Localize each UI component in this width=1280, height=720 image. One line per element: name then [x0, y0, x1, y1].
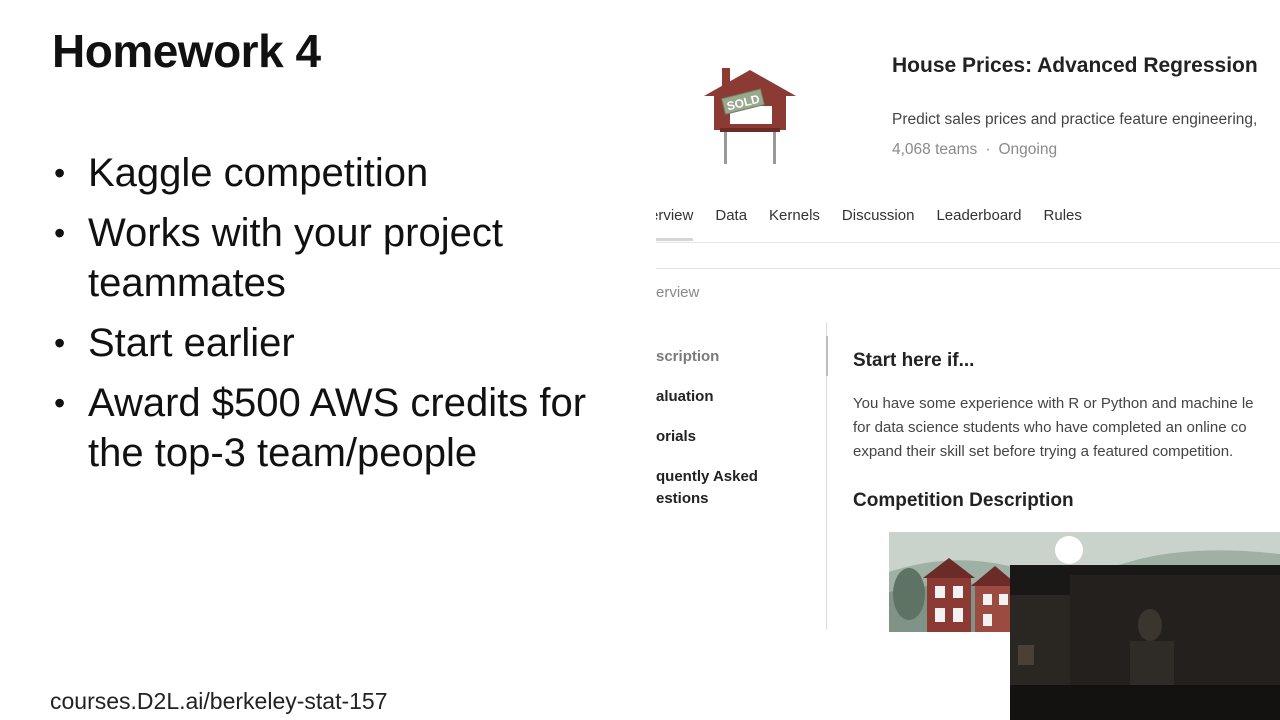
- sidenav-item-faq[interactable]: quently Asked estions: [656, 466, 816, 510]
- sidenav-active-indicator: [826, 336, 828, 376]
- overview-content: Start here if... You have some experienc…: [853, 350, 1280, 512]
- bullet-list: Kaggle competition Works with your proje…: [52, 148, 642, 488]
- bullet-item: Start earlier: [52, 318, 642, 368]
- tab-data[interactable]: Data: [715, 207, 747, 241]
- sidenav-item-description[interactable]: scription: [656, 346, 816, 368]
- teams-count: 4,068 teams: [892, 141, 978, 158]
- start-here-line: You have some experience with R or Pytho…: [853, 395, 1254, 412]
- start-here-heading: Start here if...: [853, 350, 975, 371]
- section-divider: [656, 268, 1280, 269]
- start-here-line: for data science students who have compl…: [853, 419, 1247, 436]
- meta-separator: ·: [985, 141, 991, 158]
- competition-description-heading: Competition Description: [853, 490, 1074, 511]
- tab-rules[interactable]: Rules: [1044, 207, 1082, 241]
- status-label: Ongoing: [998, 141, 1058, 158]
- house-sold-logo-icon: SOLD: [704, 68, 796, 164]
- tab-leaderboard[interactable]: Leaderboard: [936, 207, 1021, 241]
- tabs-divider: [656, 242, 1280, 243]
- competition-description: Predict sales prices and practice featur…: [892, 111, 1258, 128]
- bullet-item: Works with your project teammates: [52, 208, 642, 308]
- competition-title[interactable]: House Prices: Advanced Regression: [892, 54, 1258, 78]
- start-here-line: expand their skill set before trying a f…: [853, 443, 1234, 460]
- competition-meta: 4,068 teams · Ongoing: [892, 141, 1057, 159]
- bullet-item: Kaggle competition: [52, 148, 642, 198]
- webcam-overlay-image: [1010, 565, 1280, 720]
- competition-tabs: erview Data Kernels Discussion Leaderboa…: [656, 207, 1280, 241]
- tab-discussion[interactable]: Discussion: [842, 207, 915, 241]
- sidenav-item-evaluation[interactable]: aluation: [656, 386, 816, 408]
- tab-kernels[interactable]: Kernels: [769, 207, 820, 241]
- tab-overview[interactable]: erview: [656, 207, 694, 241]
- overview-heading: erview: [656, 284, 700, 301]
- overview-sidenav: scription aluation orials quently Asked …: [656, 346, 816, 528]
- sidenav-item-tutorials[interactable]: orials: [656, 426, 816, 448]
- bullet-item: Award $500 AWS credits for the top-3 tea…: [52, 378, 642, 478]
- course-url[interactable]: courses.D2L.ai/berkeley-stat-157: [50, 688, 388, 715]
- slide-title: Homework 4: [52, 25, 321, 77]
